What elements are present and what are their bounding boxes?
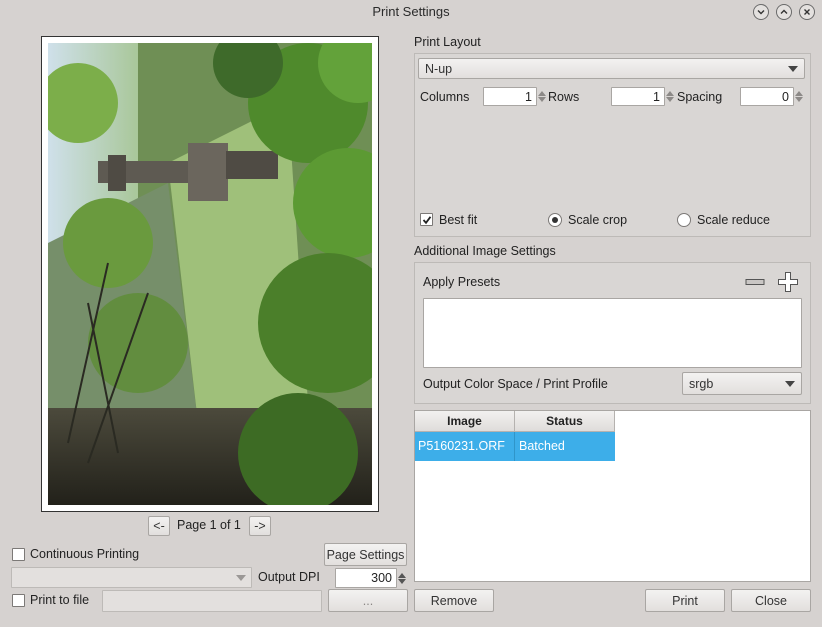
color-space-select[interactable]: srgb: [682, 372, 802, 395]
print-layout-heading: Print Layout: [414, 35, 481, 49]
next-page-button[interactable]: ->: [249, 516, 271, 536]
browse-button[interactable]: ...: [328, 589, 408, 612]
dropdown-arrow-icon: [236, 575, 246, 581]
page-count-label: of 1: [220, 518, 241, 532]
spacing-label: Spacing: [677, 90, 723, 104]
table-cell-status: Batched: [519, 439, 565, 453]
remove-preset-button[interactable]: [744, 273, 766, 291]
column-header-status[interactable]: Status: [515, 411, 615, 432]
spin-down-icon: [795, 97, 803, 102]
file-path-input[interactable]: [102, 590, 322, 612]
dropdown-arrow-icon: [785, 381, 795, 387]
print-to-file-label: Print to file: [30, 593, 90, 607]
spin-down-icon: [398, 578, 406, 584]
preview-photo: [48, 43, 372, 505]
best-fit-label: Best fit: [439, 213, 478, 227]
title-bar: Print Settings: [0, 0, 822, 24]
printer-select[interactable]: [11, 567, 252, 588]
spin-up-icon: [538, 91, 546, 96]
output-dpi-spinner[interactable]: [398, 569, 407, 587]
additional-settings-heading: Additional Image Settings: [414, 244, 556, 258]
spacing-input[interactable]: 0: [740, 87, 794, 106]
print-preview: [41, 36, 379, 512]
page-label: Page 1: [177, 518, 217, 532]
page-settings-button[interactable]: Page Settings: [324, 543, 407, 566]
scale-crop-radio[interactable]: [548, 213, 562, 227]
plus-icon: [778, 272, 798, 292]
color-space-value: srgb: [689, 376, 714, 391]
add-preset-button[interactable]: [776, 271, 800, 293]
layout-select-value: N-up: [425, 61, 453, 76]
layout-select[interactable]: N-up: [418, 58, 805, 79]
column-header-image[interactable]: Image: [415, 411, 515, 432]
spin-up-icon: [398, 572, 406, 578]
columns-label: Columns: [420, 90, 470, 104]
close-window-button[interactable]: [799, 4, 815, 20]
continuous-printing-label: Continuous Printing: [30, 547, 140, 561]
previous-page-button[interactable]: <-: [148, 516, 170, 536]
columns-spinner[interactable]: [538, 88, 547, 105]
checkmark-icon: [422, 215, 431, 224]
preview-image: [48, 43, 372, 505]
scale-reduce-radio[interactable]: [677, 213, 691, 227]
close-icon: [804, 9, 810, 15]
print-layout-group: [414, 53, 811, 237]
window-title: Print Settings: [372, 4, 450, 19]
image-table[interactable]: Image Status P5160231.ORF Batched: [414, 410, 811, 582]
minimize-button[interactable]: [753, 4, 769, 20]
presets-list[interactable]: [423, 298, 802, 368]
best-fit-checkbox[interactable]: [420, 213, 433, 226]
spin-up-icon: [666, 91, 674, 96]
print-button[interactable]: Print: [645, 589, 725, 612]
color-space-label: Output Color Space / Print Profile: [423, 377, 608, 391]
continuous-printing-checkbox[interactable]: [12, 548, 25, 561]
table-cell-image: P5160231.ORF: [415, 432, 515, 461]
spin-down-icon: [666, 97, 674, 102]
print-to-file-checkbox[interactable]: [12, 594, 25, 607]
scale-reduce-label: Scale reduce: [697, 213, 770, 227]
maximize-button[interactable]: [776, 4, 792, 20]
rows-label: Rows: [548, 90, 580, 104]
apply-presets-label: Apply Presets: [423, 275, 501, 289]
output-dpi-label: Output DPI: [258, 570, 320, 584]
output-dpi-input[interactable]: 300: [335, 568, 397, 588]
radio-selected-dot: [552, 217, 558, 223]
minus-icon: [745, 279, 765, 285]
chevron-up-icon: [780, 9, 788, 14]
spacing-spinner[interactable]: [795, 88, 804, 105]
scale-crop-label: Scale crop: [568, 213, 628, 227]
rows-spinner[interactable]: [666, 88, 675, 105]
spin-up-icon: [795, 91, 803, 96]
rows-input[interactable]: 1: [611, 87, 665, 106]
remove-button[interactable]: Remove: [414, 589, 494, 612]
close-button[interactable]: Close: [731, 589, 811, 612]
chevron-down-icon: [757, 10, 765, 15]
spin-down-icon: [538, 97, 546, 102]
dropdown-arrow-icon: [788, 66, 798, 72]
columns-input[interactable]: 1: [483, 87, 537, 106]
table-row[interactable]: P5160231.ORF Batched: [415, 432, 615, 461]
